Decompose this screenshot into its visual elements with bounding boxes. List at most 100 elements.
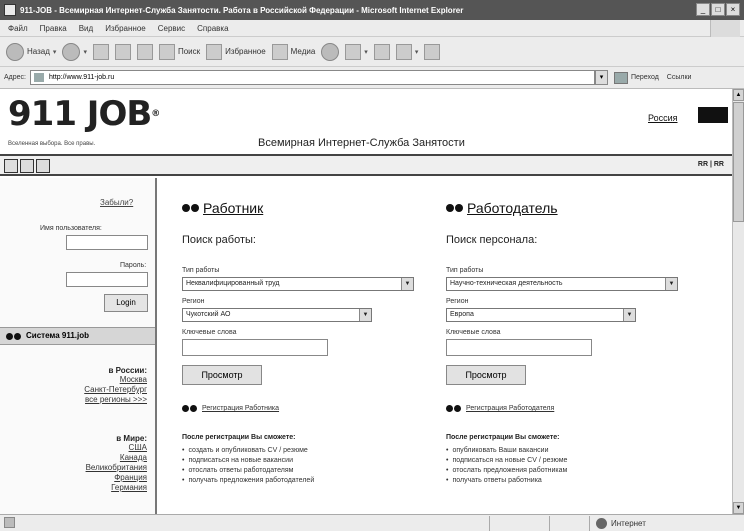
country-link-germany[interactable]: Германия	[86, 483, 147, 493]
favorites-button[interactable]: Избранное	[206, 43, 266, 60]
chevron-down-icon: ▾	[52, 48, 57, 56]
chevron-down-icon: ▾	[414, 48, 419, 56]
search-icon	[158, 43, 175, 60]
history-button[interactable]	[321, 42, 340, 61]
forward-button[interactable]: ▾	[62, 42, 87, 61]
worker-region-select[interactable]: Чукотский АО ▼	[182, 308, 372, 322]
list-item: отослать ответы работодателям	[182, 466, 314, 476]
security-zone: Интернет	[590, 517, 646, 529]
site-tagline: Вселенная выбора. Все правы.	[8, 141, 96, 147]
edit-button[interactable]: ▾	[395, 43, 419, 60]
home-nav-icon[interactable]	[4, 159, 18, 173]
grid-nav-icon[interactable]	[20, 159, 34, 173]
mail-icon	[345, 43, 362, 60]
chevron-down-icon: ▼	[401, 278, 413, 290]
worker-heading-link[interactable]: Работник	[182, 200, 263, 216]
employer-view-button[interactable]: Просмотр	[446, 365, 526, 385]
country-link-uk[interactable]: Великобритания	[86, 463, 147, 473]
refresh-icon	[114, 43, 131, 60]
employer-region-select[interactable]: Европа ▼	[446, 308, 636, 322]
menu-file[interactable]: Файл	[8, 24, 28, 33]
stop-button[interactable]	[92, 43, 109, 60]
list-item: подписаться на новые вакансии	[182, 456, 314, 466]
status-security-pane	[550, 515, 590, 531]
search-label: Поиск	[177, 47, 201, 56]
standard-toolbar: Назад ▾ ▾ Поиск Избранное Медиа ▾ ▾	[0, 37, 744, 67]
chevron-down-icon: ▼	[359, 309, 371, 321]
worker-register-label: Регистрация Работника	[202, 405, 280, 412]
country-link[interactable]: Россия	[648, 113, 678, 123]
flag-icon[interactable]	[698, 107, 728, 123]
minimize-button[interactable]: _	[696, 3, 710, 16]
chevron-down-icon: ▼	[665, 278, 677, 290]
region-link-all[interactable]: все регионы >>>	[84, 395, 147, 405]
scroll-down-icon[interactable]: ▼	[733, 502, 744, 514]
russia-header: в России:	[108, 366, 147, 375]
home-button[interactable]	[136, 43, 153, 60]
window-title: 911-JOB - Всемирная Интернет-Служба Заня…	[20, 5, 464, 15]
system-header: Система 911.job	[0, 327, 155, 345]
password-input[interactable]	[66, 272, 148, 287]
worker-view-button[interactable]: Просмотр	[182, 365, 262, 385]
forgot-password-link[interactable]: Забыли?	[100, 198, 133, 207]
menu-bar: Файл Правка Вид Избранное Сервис Справка	[0, 20, 744, 37]
back-button[interactable]: Назад ▾	[6, 42, 57, 61]
worker-type-select[interactable]: Неквалифицированный труд ▼	[182, 277, 414, 291]
country-link-usa[interactable]: США	[86, 443, 147, 453]
help-nav-icon[interactable]	[36, 159, 50, 173]
worker-title: Работник	[203, 200, 264, 216]
worker-keywords-input[interactable]	[182, 339, 328, 356]
employer-heading-link[interactable]: Работодатель	[446, 200, 558, 216]
left-sidebar: Забыли? Имя пользователя: Пароль: Login …	[0, 178, 157, 514]
menu-edit[interactable]: Правка	[40, 24, 67, 33]
messenger-icon	[424, 43, 441, 60]
ie-app-icon	[4, 4, 16, 16]
region-link-spb[interactable]: Санкт-Петербург	[84, 385, 147, 395]
media-button[interactable]: Медиа	[271, 43, 316, 60]
menu-view[interactable]: Вид	[79, 24, 93, 33]
status-progress-pane	[490, 515, 550, 531]
employer-keywords-input[interactable]	[446, 339, 592, 356]
menu-tools[interactable]: Сервис	[158, 24, 185, 33]
employer-region-label: Регион	[446, 298, 469, 305]
stop-icon	[92, 43, 109, 60]
print-button[interactable]	[373, 43, 390, 60]
edit-icon	[395, 43, 412, 60]
address-dropdown-button[interactable]: ▾	[594, 70, 608, 85]
maximize-button[interactable]: □	[711, 3, 725, 16]
country-link-france[interactable]: Франция	[86, 473, 147, 483]
vertical-scrollbar[interactable]: ▲ ▼	[732, 89, 744, 514]
scroll-thumb[interactable]	[733, 102, 744, 222]
employer-type-label: Тип работы	[446, 267, 484, 274]
search-button[interactable]: Поиск	[158, 43, 201, 60]
close-button[interactable]: ×	[726, 3, 740, 16]
list-item: создать и опубликовать CV / резюме	[182, 446, 314, 456]
username-input[interactable]	[66, 235, 148, 250]
media-label: Медиа	[290, 47, 316, 56]
messenger-button[interactable]	[424, 43, 441, 60]
refresh-button[interactable]	[114, 43, 131, 60]
username-label: Имя пользователя:	[40, 225, 102, 232]
language-switcher[interactable]: RR | RR	[698, 161, 724, 168]
scroll-up-icon[interactable]: ▲	[733, 89, 744, 101]
go-label: Переход	[630, 74, 659, 81]
employer-subtitle: Поиск персонала:	[446, 234, 538, 246]
menu-favorites[interactable]: Избранное	[105, 24, 146, 33]
worker-register-link[interactable]: Регистрация Работника	[182, 405, 279, 412]
chevron-down-icon: ▾	[364, 48, 368, 56]
employer-title: Работодатель	[467, 200, 558, 216]
worker-region-value: Чукотский АО	[186, 311, 231, 318]
address-input[interactable]: http://www.911-job.ru	[29, 70, 595, 85]
region-link-moscow[interactable]: Москва	[84, 375, 147, 385]
employer-type-select[interactable]: Научно-техническая деятельность ▼	[446, 277, 678, 291]
go-button[interactable]: Переход	[613, 71, 659, 84]
menu-help[interactable]: Справка	[197, 24, 228, 33]
links-button[interactable]: Ссылки	[667, 74, 692, 81]
login-button[interactable]: Login	[104, 294, 148, 312]
ie-throbber-logo	[710, 20, 740, 37]
country-link-canada[interactable]: Канада	[86, 453, 147, 463]
russia-region-list: в России: Москва Санкт-Петербург все рег…	[84, 366, 147, 405]
employer-register-link[interactable]: Регистрация Работодателя	[446, 405, 554, 412]
mail-button[interactable]: ▾	[345, 43, 368, 60]
list-item: подписаться на новые CV / резюме	[446, 456, 567, 466]
